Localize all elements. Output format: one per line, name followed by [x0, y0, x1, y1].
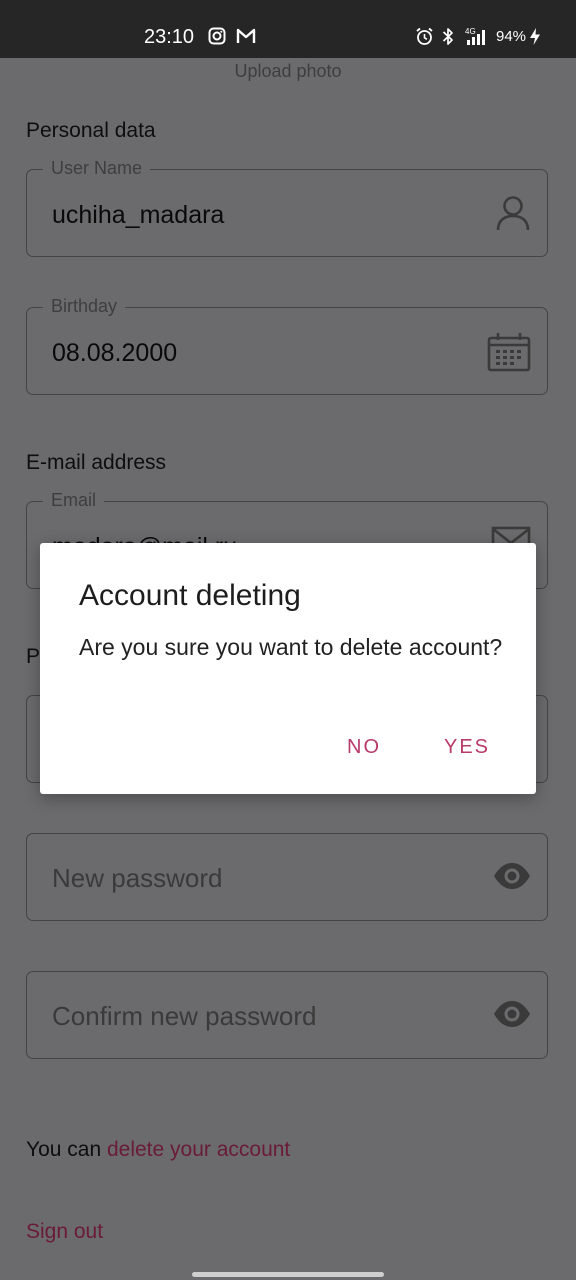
charging-icon [529, 27, 541, 51]
new-password-field[interactable]: New password [26, 833, 548, 921]
birthday-field[interactable]: Birthday 08.08.2000 [26, 294, 548, 395]
delete-account-prefix: You can [26, 1138, 107, 1161]
dialog-title: Account deleting [79, 579, 301, 612]
confirm-password-field[interactable]: Confirm new password [26, 971, 548, 1059]
signal-icon: 4G [465, 26, 489, 51]
password-heading: P [26, 645, 41, 668]
person-icon [495, 194, 531, 237]
network-type: 4G [465, 27, 476, 36]
user-name-value: uchiha_madara [52, 201, 225, 229]
status-bar: 23:10 4G 94% [0, 0, 576, 58]
dialog-message: Are you sure you want to delete account? [79, 634, 503, 660]
eye-icon[interactable] [493, 862, 531, 895]
gmail-icon [236, 27, 256, 50]
personal-data-heading: Personal data [26, 119, 156, 142]
battery-level: 94% [496, 28, 527, 45]
sign-out-link[interactable]: Sign out [26, 1219, 103, 1245]
yes-button[interactable]: YES [444, 735, 490, 759]
calendar-icon[interactable] [487, 332, 531, 377]
home-indicator[interactable] [192, 1272, 384, 1277]
no-button[interactable]: NO [347, 735, 381, 759]
email-heading: E-mail address [26, 451, 167, 474]
instagram-icon [208, 27, 226, 50]
delete-account-dialog: Account deleting Are you sure you want t… [40, 543, 536, 794]
user-name-label: User Name [43, 156, 151, 180]
eye-icon[interactable] [493, 1000, 531, 1033]
alarm-icon [415, 27, 434, 51]
confirm-password-placeholder: Confirm new password [52, 1001, 317, 1031]
delete-account-link[interactable]: delete your account [107, 1138, 290, 1161]
delete-account-text: You can delete your account [26, 1137, 290, 1163]
status-time: 23:10 [144, 26, 195, 48]
email-label: Email [43, 488, 105, 512]
birthday-label: Birthday [43, 294, 126, 318]
new-password-placeholder: New password [52, 863, 223, 893]
birthday-value: 08.08.2000 [52, 339, 178, 367]
upload-photo-link[interactable]: Upload photo [0, 59, 576, 83]
user-name-field[interactable]: User Name uchiha_madara [26, 156, 548, 257]
bluetooth-icon [441, 27, 455, 51]
